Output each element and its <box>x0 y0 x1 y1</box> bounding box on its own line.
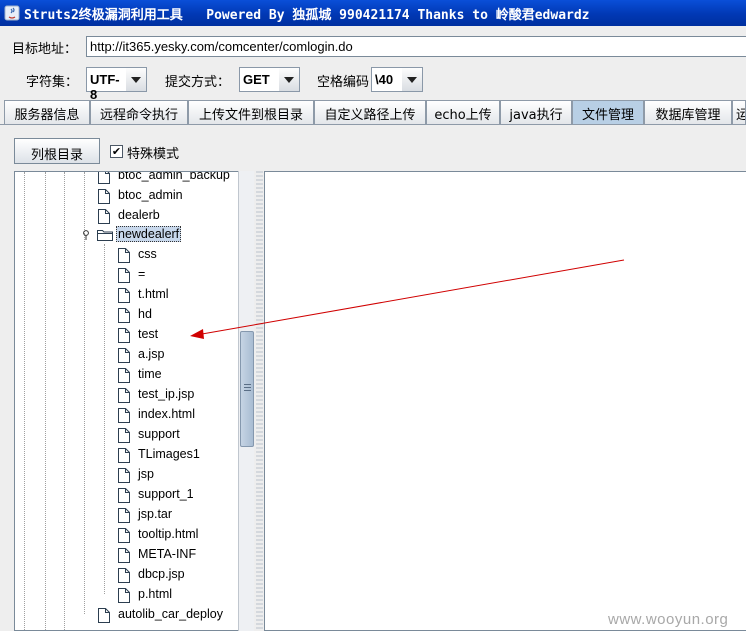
tab-bar: 服务器信息 远程命令执行 上传文件到根目录 自定义路径上传 echo上传 jav… <box>0 100 746 124</box>
file-icon <box>118 248 130 263</box>
file-icon <box>118 548 130 563</box>
tree-item-label: jsp.tar <box>138 507 173 521</box>
tab-remote-command[interactable]: 远程命令执行 <box>90 100 188 124</box>
file-icon <box>118 448 130 463</box>
method-select[interactable]: GET <box>239 67 300 92</box>
file-icon <box>118 388 130 403</box>
file-icon <box>118 348 130 363</box>
file-icon <box>118 368 130 383</box>
special-mode-label: 特殊模式 <box>127 147 180 162</box>
title-bar: Struts2终极漏洞利用工具 Powered By 独孤城 990421174… <box>0 0 746 26</box>
tree-item-label: index.html <box>138 407 195 421</box>
tree-item-label: p.html <box>138 587 173 601</box>
method-label: 提交方式： <box>165 75 231 90</box>
tree-folder-label: newdealerf <box>116 226 182 242</box>
tab-java-exec[interactable]: java执行 <box>500 100 572 124</box>
file-icon <box>98 189 110 204</box>
file-icon <box>118 468 130 483</box>
tree-item-label: jsp <box>138 467 154 481</box>
tab-custom-path-upload[interactable]: 自定义路径上传 <box>314 100 426 124</box>
target-label: 目标地址： <box>12 42 78 57</box>
tree-item-label: dbcp.jsp <box>138 567 185 581</box>
tree-scrollbar[interactable] <box>238 171 254 631</box>
method-value: GET <box>240 68 281 91</box>
tree-item-label: dealerb <box>118 208 160 222</box>
tree-item-label: t.html <box>138 287 169 301</box>
watermark: www.wooyun.org <box>608 611 729 628</box>
tab-database-manager[interactable]: 数据库管理 <box>644 100 732 124</box>
tab-file-manager[interactable]: 文件管理 <box>572 100 644 124</box>
scrollbar-thumb[interactable] <box>240 331 254 447</box>
file-icon <box>118 408 130 423</box>
special-mode-checkbox[interactable]: ✔ <box>110 145 123 158</box>
space-encoding-select[interactable]: \40 <box>371 67 423 92</box>
grip-icon <box>244 384 251 392</box>
charset-label: 字符集： <box>26 75 79 90</box>
tree-item-label: support <box>138 427 180 441</box>
tab-echo-upload[interactable]: echo上传 <box>426 100 500 124</box>
file-icon <box>118 528 130 543</box>
chevron-down-icon[interactable] <box>279 68 299 91</box>
chevron-down-icon[interactable] <box>126 68 146 91</box>
tree-guide-line <box>45 172 46 630</box>
file-icon <box>118 588 130 603</box>
tab-more[interactable]: 运 <box>732 100 746 124</box>
java-icon <box>4 5 20 21</box>
charset-value: UTF-8 <box>87 68 128 102</box>
tree-item-label: btoc_admin_backup <box>118 171 230 182</box>
tree-item-label: css <box>138 247 157 261</box>
target-url-input[interactable]: http://it365.yesky.com/comcenter/comlogi… <box>86 36 746 57</box>
file-icon <box>98 608 110 623</box>
tree-guide-line <box>64 172 65 630</box>
tree-item-label: time <box>138 367 162 381</box>
tree-guide-line <box>104 244 105 594</box>
file-icon <box>118 488 130 503</box>
tree-item-label: test_ip.jsp <box>138 387 195 401</box>
file-icon <box>118 568 130 583</box>
tree-item-label: hd <box>138 307 152 321</box>
file-icon <box>118 288 130 303</box>
tree-item-label: = <box>138 267 146 281</box>
space-encoding-value: \40 <box>372 68 404 91</box>
file-icon <box>118 508 130 523</box>
tree-item-label: TLimages1 <box>138 447 200 461</box>
charset-select[interactable]: UTF-8 <box>86 67 147 102</box>
tree-item-label: META-INF <box>138 547 197 561</box>
tree-guide-line <box>24 172 25 630</box>
tree-item-label: btoc_admin <box>118 188 183 202</box>
tree-item-label: a.jsp <box>138 347 165 361</box>
tab-server-info[interactable]: 服务器信息 <box>4 100 90 124</box>
file-icon <box>118 308 130 323</box>
file-icon <box>118 428 130 443</box>
folder-open-icon <box>97 230 113 241</box>
file-icon <box>98 172 110 184</box>
space-encoding-label: 空格编码 <box>317 75 370 90</box>
tree-item-label: test <box>138 327 159 341</box>
file-icon <box>118 268 130 283</box>
tab-upload-root[interactable]: 上传文件到根目录 <box>188 100 314 124</box>
tree-item-label: autolib_car_deploy <box>118 607 223 621</box>
expand-handle-icon <box>83 230 89 240</box>
file-icon <box>98 209 110 224</box>
split-pane-divider[interactable] <box>256 171 263 631</box>
tree-item-label: tooltip.html <box>138 527 199 541</box>
chevron-down-icon[interactable] <box>402 68 422 91</box>
window-title: Struts2终极漏洞利用工具 Powered By 独孤城 990421174… <box>24 8 590 23</box>
file-icon <box>118 328 130 343</box>
file-content-pane[interactable] <box>264 171 746 631</box>
list-root-button[interactable]: 列根目录 <box>14 138 100 164</box>
file-tree[interactable]: btoc_admin_backup btoc_admin dealerb new… <box>14 171 239 631</box>
tree-item-label: support_1 <box>138 487 194 501</box>
